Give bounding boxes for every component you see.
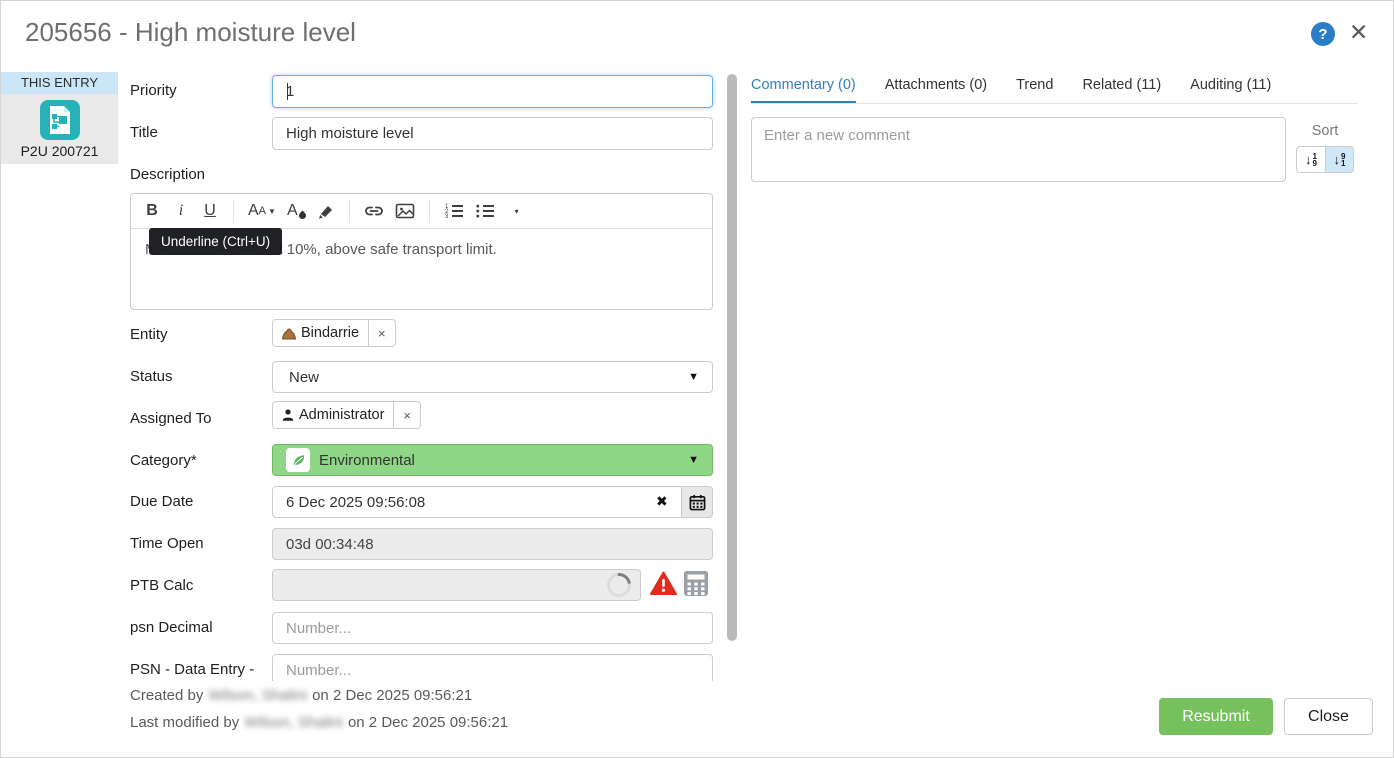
resubmit-button[interactable]: Resubmit (1159, 698, 1273, 735)
calculator-icon[interactable] (683, 570, 709, 597)
page-title: 205656 - High moisture level (25, 17, 356, 48)
entity-remove-icon[interactable]: × (368, 320, 395, 346)
title-label: Title (130, 124, 158, 141)
loading-spinner-icon (602, 568, 636, 602)
environmental-leaf-icon (286, 448, 310, 472)
calendar-button[interactable] (681, 486, 713, 518)
highlight-icon[interactable] (317, 199, 335, 223)
entry-type-icon (39, 99, 81, 141)
assigned-to-chip-label: Administrator (299, 407, 384, 423)
psn-decimal-label: psn Decimal (130, 619, 213, 636)
assigned-to-remove-icon[interactable]: × (393, 402, 420, 428)
tab-related[interactable]: Related (11) (1082, 77, 1161, 103)
toolbar-divider (429, 200, 430, 222)
font-size-big-glyph: A (248, 202, 259, 220)
font-size-small-glyph: A (259, 205, 266, 217)
sort-asc-bottom-digit: 9 (1313, 160, 1317, 167)
ptb-calc-field (272, 569, 641, 601)
modified-by-suffix: on 2 Dec 2025 09:56:21 (348, 714, 508, 731)
link-icon[interactable] (364, 199, 384, 223)
category-select[interactable]: Environmental ▼ (272, 444, 713, 476)
created-by-prefix: Created by (130, 687, 203, 704)
sort-label: Sort (1295, 123, 1355, 139)
status-value: New (286, 369, 319, 386)
svg-text:3: 3 (445, 214, 449, 220)
title-input[interactable] (272, 117, 713, 150)
sort-descending-button[interactable]: ↓ 9 1 (1325, 146, 1354, 173)
entity-commodity-icon (281, 326, 297, 341)
entry-dialog: 205656 - High moisture level ? ✕ THIS EN… (0, 0, 1394, 758)
priority-label: Priority (130, 82, 177, 99)
new-comment-input[interactable] (751, 117, 1286, 182)
created-by-line: Created by Wilson, Shalini on 2 Dec 2025… (130, 687, 472, 704)
created-by-suffix: on 2 Dec 2025 09:56:21 (312, 687, 472, 704)
richtext-toolbar: B i U A A ▼ A (131, 194, 712, 229)
ptb-calc-label: PTB Calc (130, 577, 193, 594)
tab-trend[interactable]: Trend (1016, 77, 1053, 103)
status-label: Status (130, 368, 173, 385)
status-select[interactable]: New ▼ (272, 361, 713, 393)
font-color-icon[interactable]: A (287, 199, 306, 223)
entity-label: Entity (130, 326, 168, 343)
droplet-icon (297, 210, 307, 220)
last-modified-line: Last modified by Wilson, Shalini on 2 De… (130, 714, 508, 731)
description-label: Description (130, 166, 205, 183)
time-open-value: 03d 00:34:48 (286, 536, 374, 553)
due-date-input[interactable] (272, 486, 682, 518)
person-icon (281, 408, 295, 422)
assigned-to-chip[interactable]: Administrator × (272, 401, 421, 429)
category-value: Environmental (319, 452, 415, 469)
help-glyph: ? (1318, 26, 1327, 43)
modified-by-name-redacted: Wilson, Shalini (244, 714, 342, 731)
priority-input[interactable] (272, 75, 713, 108)
bold-icon[interactable]: B (143, 199, 161, 223)
entity-chip-label: Bindarrie (301, 325, 359, 341)
chevron-down-icon: ▼ (688, 371, 699, 383)
entity-chip[interactable]: Bindarrie × (272, 319, 396, 347)
ordered-list-icon[interactable]: 1 2 3 (444, 199, 464, 223)
assigned-to-label: Assigned To (130, 410, 211, 427)
font-color-glyph: A (287, 202, 298, 220)
modified-by-prefix: Last modified by (130, 714, 239, 731)
sort-ascending-icon: ↓ (1305, 152, 1312, 167)
due-date-label: Due Date (130, 493, 193, 510)
italic-icon[interactable]: i (172, 199, 190, 223)
calendar-icon (689, 494, 706, 511)
sort-desc-bottom-digit: 1 (1341, 160, 1345, 167)
sidebar-entry-card[interactable]: P2U 200721 (1, 94, 118, 164)
underline-tooltip: Underline (Ctrl+U) (149, 228, 282, 255)
text-cursor (287, 83, 288, 100)
close-button[interactable]: Close (1284, 698, 1373, 735)
tab-commentary[interactable]: Commentary (0) (751, 77, 856, 103)
time-open-label: Time Open (130, 535, 204, 552)
right-panel-tabs: Commentary (0) Attachments (0) Trend Rel… (751, 77, 1358, 104)
sort-button-group: ↓ 1 9 ↓ 9 1 (1296, 146, 1354, 173)
chevron-down-icon: ▼ (268, 207, 276, 216)
category-label: Category* (130, 452, 197, 469)
font-size-icon[interactable]: A A ▼ (248, 199, 276, 223)
tab-attachments[interactable]: Attachments (0) (885, 77, 987, 103)
underline-icon[interactable]: U (201, 199, 219, 223)
this-entry-header: THIS ENTRY (1, 72, 118, 94)
list-options-caret-icon[interactable]: ▾ (508, 199, 526, 223)
entry-reference-label: P2U 200721 (21, 143, 99, 159)
unordered-list-icon[interactable] (475, 199, 495, 223)
sort-ascending-button[interactable]: ↓ 1 9 (1296, 146, 1325, 173)
clear-date-icon[interactable]: ✖ (656, 493, 668, 510)
close-icon[interactable]: ✕ (1349, 19, 1368, 46)
sort-descending-icon: ↓ (1334, 152, 1341, 167)
warning-icon (650, 571, 677, 596)
time-open-field: 03d 00:34:48 (272, 528, 713, 560)
psn-data-entry-label: PSN - Data Entry - (130, 661, 254, 678)
help-icon[interactable]: ? (1311, 22, 1335, 46)
toolbar-divider (349, 200, 350, 222)
chevron-down-icon: ▼ (688, 454, 699, 466)
form-scrollbar[interactable] (727, 74, 737, 641)
image-icon[interactable] (395, 199, 415, 223)
toolbar-divider (233, 200, 234, 222)
created-by-name-redacted: Wilson, Shalini (209, 687, 307, 704)
psn-decimal-input[interactable] (272, 612, 713, 644)
tab-auditing[interactable]: Auditing (11) (1190, 77, 1271, 103)
